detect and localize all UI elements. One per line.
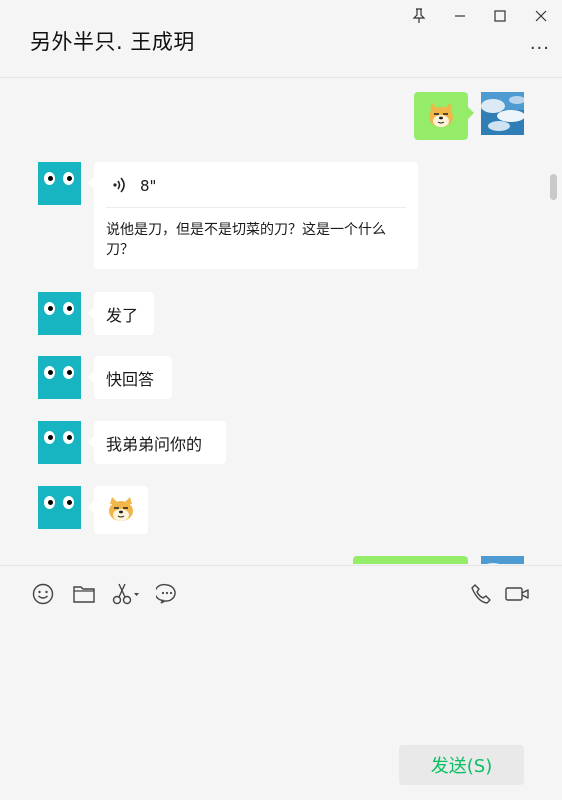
avatar-contact[interactable] (38, 162, 81, 205)
chat-header: 另外半只. 王成玥 ··· (0, 0, 562, 78)
message-bubble-self[interactable] (414, 92, 474, 140)
avatar-contact[interactable] (38, 356, 81, 399)
scrollbar-thumb[interactable] (550, 174, 557, 200)
divider (106, 207, 406, 208)
voice-message-bubble[interactable]: 8" 说他是刀，但是不是切菜的刀？这是一个什么 刀？ (88, 162, 418, 269)
cat-sticker-icon (429, 103, 453, 127)
voice-duration: 8" (140, 177, 157, 195)
video-icon[interactable] (503, 581, 531, 607)
message-bubble-contact[interactable]: 快回答 (88, 356, 172, 399)
message-bubble-contact[interactable]: 发了 (88, 292, 154, 335)
avatar-self[interactable] (481, 556, 524, 564)
message-text: 发了 (106, 306, 139, 325)
cat-sticker-icon (109, 497, 133, 521)
send-button[interactable]: 发送(S) (399, 745, 524, 785)
message-input[interactable] (0, 620, 562, 730)
chat-title: 另外半只. 王成玥 (30, 30, 195, 54)
minimize-icon[interactable] (449, 6, 471, 26)
emoji-icon[interactable] (30, 581, 56, 607)
phone-icon[interactable] (468, 581, 494, 607)
voice-wave-icon (113, 177, 125, 193)
message-bubble-self[interactable] (353, 556, 468, 564)
avatar-contact[interactable] (38, 421, 81, 464)
message-text: 快回答 (106, 370, 155, 389)
pin-icon[interactable] (408, 6, 430, 26)
maximize-icon[interactable] (489, 6, 511, 26)
toolbar-divider (0, 565, 562, 566)
avatar-contact[interactable] (38, 486, 81, 529)
message-bubble-contact[interactable]: 我弟弟问你的 (88, 421, 226, 464)
voice-transcript: 说他是刀，但是不是切菜的刀？这是一个什么 刀？ (106, 222, 386, 258)
message-text: 我弟弟问你的 (106, 435, 203, 454)
avatar-contact[interactable] (38, 292, 81, 335)
folder-icon[interactable] (71, 581, 97, 607)
chat-bubble-icon[interactable] (154, 581, 180, 607)
avatar-self[interactable] (481, 92, 524, 135)
more-options-icon[interactable]: ··· (530, 38, 550, 59)
message-bubble-contact[interactable] (88, 486, 148, 534)
scissors-icon[interactable] (111, 581, 141, 607)
message-list[interactable]: 8" 说他是刀，但是不是切菜的刀？这是一个什么 刀？ 发了 快回答 我弟弟问你的 (0, 78, 562, 564)
close-icon[interactable] (530, 6, 552, 26)
